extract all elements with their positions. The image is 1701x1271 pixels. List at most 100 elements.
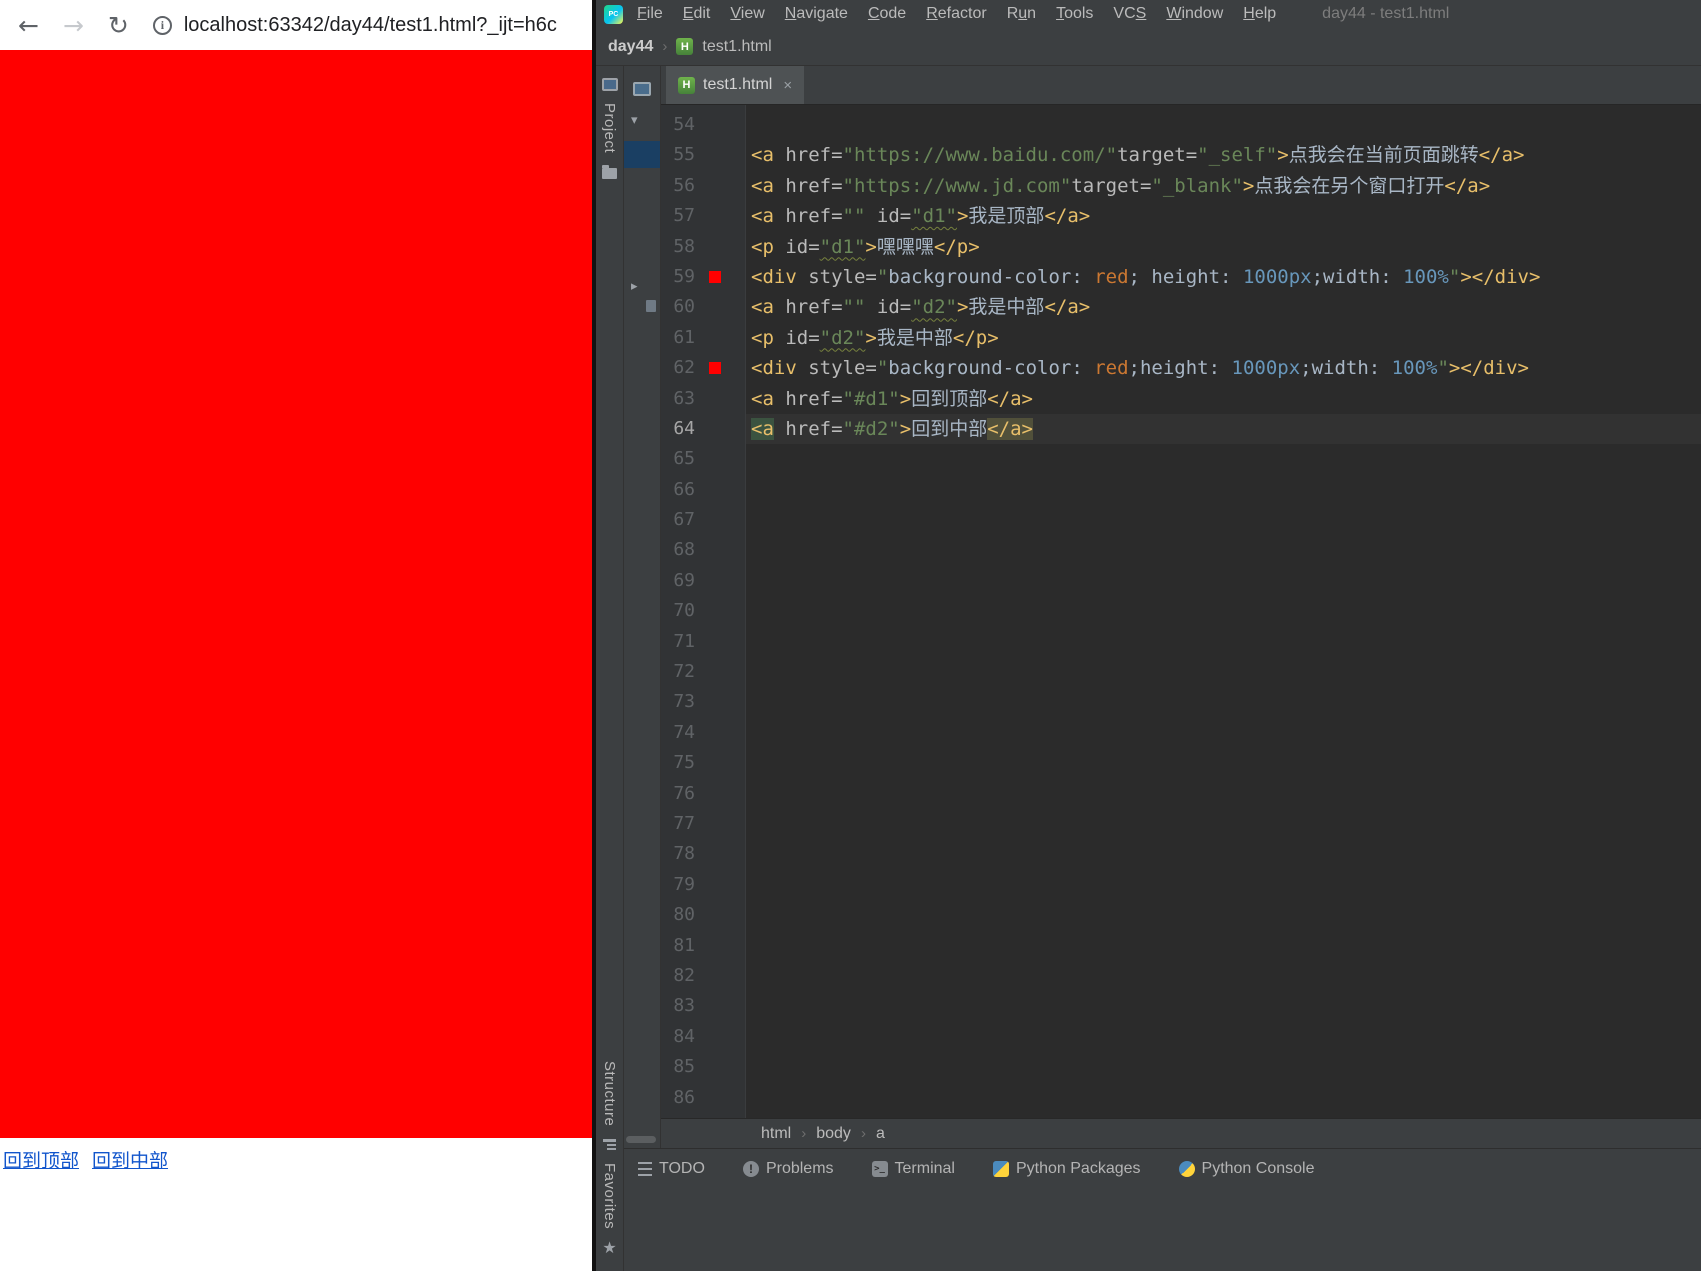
code-text[interactable]	[746, 900, 1701, 930]
code-text[interactable]	[746, 110, 1701, 140]
code-line-54[interactable]: 54	[661, 110, 1701, 140]
menu-help[interactable]: Help	[1233, 0, 1286, 28]
back-icon[interactable]: ←	[18, 11, 39, 40]
code-text[interactable]	[746, 839, 1701, 869]
code-text[interactable]	[746, 870, 1701, 900]
code-line-57[interactable]: 57 <a href="" id="d1">我是顶部</a>	[661, 201, 1701, 231]
code-text[interactable]	[746, 627, 1701, 657]
code-line-81[interactable]: 81	[661, 931, 1701, 961]
code-text[interactable]	[746, 566, 1701, 596]
code-line-75[interactable]: 75	[661, 748, 1701, 778]
code-text[interactable]	[746, 596, 1701, 626]
menu-view[interactable]: View	[720, 0, 774, 28]
code-text[interactable]	[746, 779, 1701, 809]
menu-window[interactable]: Window	[1156, 0, 1233, 28]
nav-crumb-a[interactable]: a	[876, 1125, 885, 1143]
code-line-59[interactable]: 59 <div style="background-color: red; hei…	[661, 262, 1701, 292]
code-text[interactable]	[746, 961, 1701, 991]
code-line-82[interactable]: 82	[661, 961, 1701, 991]
reload-icon[interactable]: ↻	[108, 11, 129, 40]
code-line-83[interactable]: 83	[661, 991, 1701, 1021]
code-line-76[interactable]: 76	[661, 779, 1701, 809]
code-text[interactable]: <p id="d2">我是中部</p>	[746, 323, 1701, 353]
tree-chevron-expanded-icon[interactable]: ▾	[631, 112, 638, 128]
stripe-button-project[interactable]: Project	[601, 103, 618, 153]
project-tool-icon[interactable]	[601, 78, 618, 91]
url-text[interactable]: localhost:63342/day44/test1.html?_ijt=h6…	[184, 14, 557, 37]
code-text[interactable]: <a href="" id="d1">我是顶部</a>	[746, 201, 1701, 231]
code-line-74[interactable]: 74	[661, 718, 1701, 748]
code-text[interactable]	[746, 687, 1701, 717]
code-line-79[interactable]: 79	[661, 870, 1701, 900]
code-line-84[interactable]: 84	[661, 1022, 1701, 1052]
code-text[interactable]	[746, 931, 1701, 961]
code-line-66[interactable]: 66	[661, 475, 1701, 505]
code-line-58[interactable]: 58 <p id="d1">嘿嘿嘿</p>	[661, 232, 1701, 262]
code-text[interactable]: <a href="#d2">回到中部</a>	[746, 414, 1701, 444]
code-text[interactable]	[746, 444, 1701, 474]
code-editor[interactable]: 54 55 <a href="https://www.baidu.com/"targ…	[661, 105, 1701, 1118]
code-text[interactable]: <div style="background-color: red; heigh…	[746, 262, 1701, 292]
menu-file[interactable]: File	[627, 0, 673, 28]
toolwindow-button-python-console[interactable]: Python Console	[1178, 1160, 1314, 1178]
menu-run[interactable]: Run	[997, 0, 1046, 28]
menu-vcs[interactable]: VCS	[1103, 0, 1156, 28]
page-link-2[interactable]: 回到中部	[92, 1151, 168, 1172]
toolwindow-button-terminal[interactable]: >_ Terminal	[871, 1160, 955, 1178]
page-link-1[interactable]: 回到顶部	[3, 1151, 79, 1172]
code-text[interactable]: <a href="#d1">回到顶部</a>	[746, 384, 1701, 414]
code-line-55[interactable]: 55 <a href="https://www.baidu.com/"target…	[661, 140, 1701, 170]
code-line-68[interactable]: 68	[661, 535, 1701, 565]
code-text[interactable]	[746, 1022, 1701, 1052]
code-text[interactable]	[746, 505, 1701, 535]
code-line-56[interactable]: 56 <a href="https://www.jd.com"target="_b…	[661, 171, 1701, 201]
tree-chevron-collapsed-icon[interactable]: ▸	[631, 278, 638, 294]
stripe-button-favorites[interactable]: Favorites	[601, 1163, 618, 1229]
breadcrumb-file[interactable]: test1.html	[702, 38, 771, 56]
code-line-71[interactable]: 71	[661, 627, 1701, 657]
address-bar[interactable]: i localhost:63342/day44/test1.html?_ijt=…	[152, 14, 592, 37]
forward-icon[interactable]: →	[63, 11, 84, 40]
folder-icon[interactable]	[602, 165, 617, 180]
code-text[interactable]: <a href="" id="d2">我是中部</a>	[746, 292, 1701, 322]
code-text[interactable]: <div style="background-color: red;height…	[746, 353, 1701, 383]
tab-test1-html[interactable]: H test1.html ×	[666, 66, 805, 104]
close-icon[interactable]: ×	[783, 77, 792, 94]
breadcrumb-project[interactable]: day44	[608, 38, 653, 56]
menu-refactor[interactable]: Refactor	[916, 0, 996, 28]
code-line-86[interactable]: 86	[661, 1083, 1701, 1113]
code-text[interactable]	[746, 809, 1701, 839]
project-panel[interactable]: ▾ ▸	[624, 66, 661, 1148]
code-text[interactable]	[746, 1052, 1701, 1082]
stripe-button-structure[interactable]: Structure	[601, 1061, 618, 1126]
toolwindow-button-problems[interactable]: ! Problems	[742, 1160, 834, 1178]
code-line-77[interactable]: 77	[661, 809, 1701, 839]
code-line-63[interactable]: 63 <a href="#d1">回到顶部</a>	[661, 384, 1701, 414]
toolwindow-button-python-packages[interactable]: Python Packages	[992, 1160, 1141, 1178]
page-info-icon[interactable]: i	[152, 15, 172, 35]
toolwindow-button-todo[interactable]: TODO	[638, 1160, 705, 1178]
color-preview-swatch[interactable]	[709, 271, 721, 284]
code-line-70[interactable]: 70	[661, 596, 1701, 626]
code-text[interactable]	[746, 475, 1701, 505]
code-line-85[interactable]: 85	[661, 1052, 1701, 1082]
nav-crumb-html[interactable]: html	[761, 1125, 791, 1143]
code-text[interactable]: <p id="d1">嘿嘿嘿</p>	[746, 232, 1701, 262]
code-line-60[interactable]: 60 <a href="" id="d2">我是中部</a>	[661, 292, 1701, 322]
menu-edit[interactable]: Edit	[673, 0, 721, 28]
code-text[interactable]	[746, 718, 1701, 748]
code-text[interactable]: <a href="https://www.baidu.com/"target="…	[746, 140, 1701, 170]
code-text[interactable]	[746, 1083, 1701, 1113]
code-line-80[interactable]: 80	[661, 900, 1701, 930]
code-text[interactable]	[746, 991, 1701, 1021]
code-line-73[interactable]: 73	[661, 687, 1701, 717]
menu-code[interactable]: Code	[858, 0, 916, 28]
code-line-65[interactable]: 65	[661, 444, 1701, 474]
nav-crumb-body[interactable]: body	[816, 1125, 851, 1143]
project-view-icon[interactable]	[633, 82, 651, 96]
tab-label[interactable]: test1.html	[703, 76, 772, 94]
menu-tools[interactable]: Tools	[1046, 0, 1103, 28]
code-text[interactable]	[746, 535, 1701, 565]
code-line-62[interactable]: 62 <div style="background-color: red;heig…	[661, 353, 1701, 383]
code-line-78[interactable]: 78	[661, 839, 1701, 869]
